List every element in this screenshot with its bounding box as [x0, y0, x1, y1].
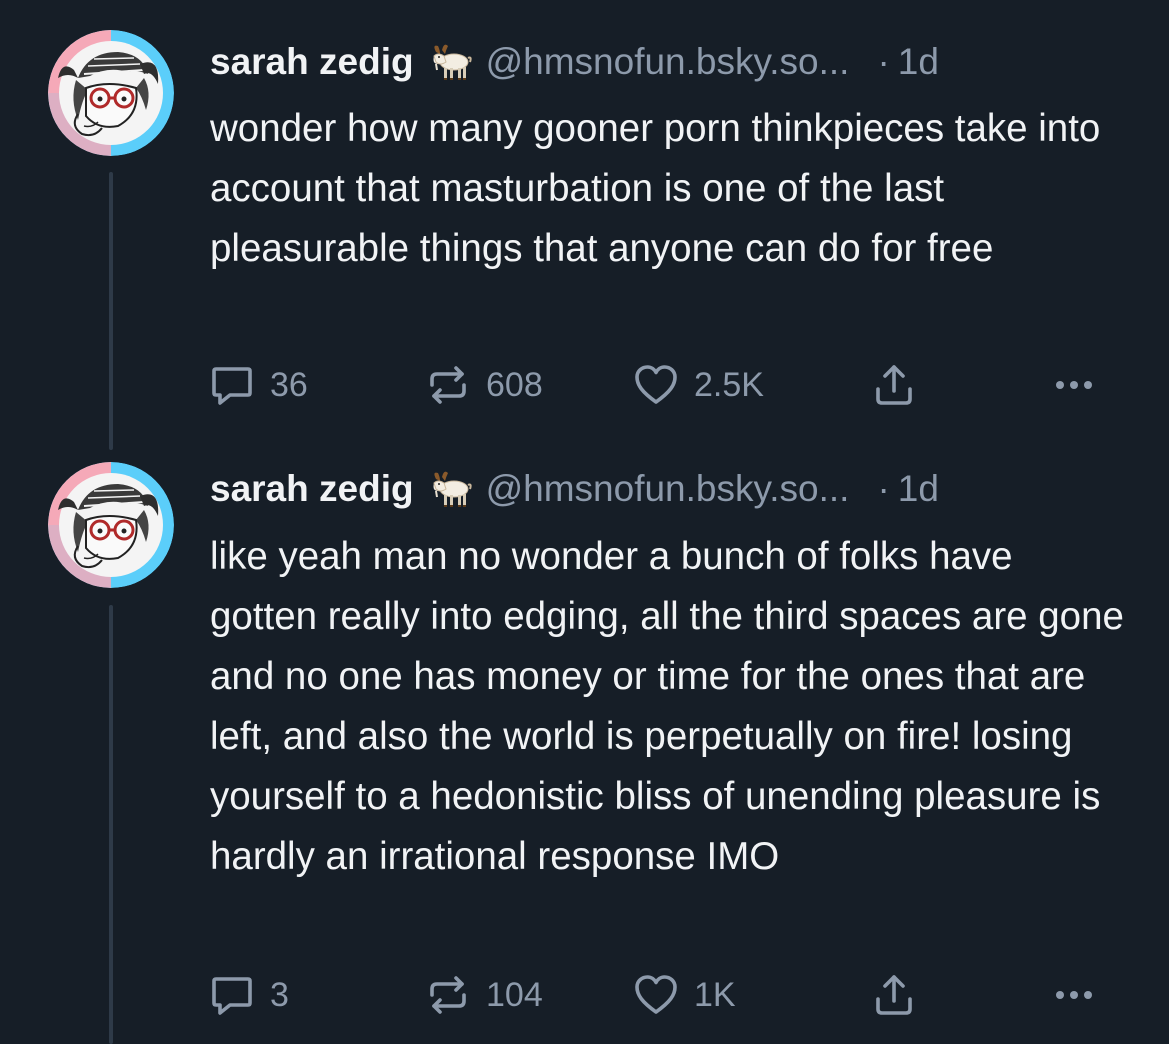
like-count: 2.5K: [694, 365, 764, 404]
share-icon: [870, 361, 918, 409]
avatar[interactable]: [48, 462, 174, 588]
avatar-image: [48, 462, 174, 588]
display-name[interactable]: sarah zedig: [210, 41, 414, 83]
handle[interactable]: @hmsnofun.bsky.so...: [486, 41, 850, 83]
reply-count: 3: [270, 975, 289, 1014]
heart-icon: [632, 971, 680, 1019]
avatar-image: [48, 30, 174, 156]
reply-button[interactable]: 36: [208, 360, 308, 410]
repost-icon: [424, 361, 472, 409]
separator-dot: ·: [877, 468, 890, 509]
reply-button[interactable]: 3: [208, 970, 289, 1020]
repost-count: 104: [486, 975, 543, 1014]
post-actions: 3 104 1K: [208, 970, 1128, 1020]
post-text: wonder how many gooner porn thinkpieces …: [210, 107, 1101, 270]
more-icon: [1050, 361, 1098, 409]
avatar[interactable]: [48, 30, 174, 156]
share-button[interactable]: [870, 360, 918, 410]
goat-icon: [428, 469, 472, 509]
repost-icon: [424, 971, 472, 1019]
like-button[interactable]: 2.5K: [632, 360, 764, 410]
more-options-button[interactable]: [1050, 360, 1098, 410]
post[interactable]: sarah zedig @hmsnofun.bsky.so... · 1d li…: [0, 445, 1169, 1044]
display-name[interactable]: sarah zedig: [210, 468, 414, 510]
more-options-button[interactable]: [1050, 970, 1098, 1020]
reply-icon: [208, 361, 256, 409]
thread-line: [109, 605, 113, 1044]
separator-dot: ·: [877, 41, 890, 82]
post[interactable]: sarah zedig @hmsnofun.bsky.so... · 1d wo…: [0, 0, 1169, 450]
post-header: sarah zedig @hmsnofun.bsky.so... · 1d: [210, 40, 1119, 84]
repost-button[interactable]: 104: [424, 970, 543, 1020]
like-button[interactable]: 1K: [632, 970, 736, 1020]
repost-button[interactable]: 608: [424, 360, 543, 410]
handle[interactable]: @hmsnofun.bsky.so...: [486, 468, 850, 510]
goat-icon: [428, 42, 472, 82]
more-icon: [1050, 971, 1098, 1019]
post-header: sarah zedig @hmsnofun.bsky.so... · 1d: [210, 467, 1119, 511]
repost-count: 608: [486, 365, 543, 404]
heart-icon: [632, 361, 680, 409]
reply-icon: [208, 971, 256, 1019]
thread-line: [109, 172, 113, 450]
post-text: like yeah man no wonder a bunch of folks…: [210, 535, 1124, 878]
reply-count: 36: [270, 365, 308, 404]
share-button[interactable]: [870, 970, 918, 1020]
post-actions: 36 608 2.5K: [208, 360, 1128, 410]
timestamp[interactable]: 1d: [898, 468, 939, 510]
share-icon: [870, 971, 918, 1019]
timestamp[interactable]: 1d: [898, 41, 939, 83]
like-count: 1K: [694, 975, 736, 1014]
